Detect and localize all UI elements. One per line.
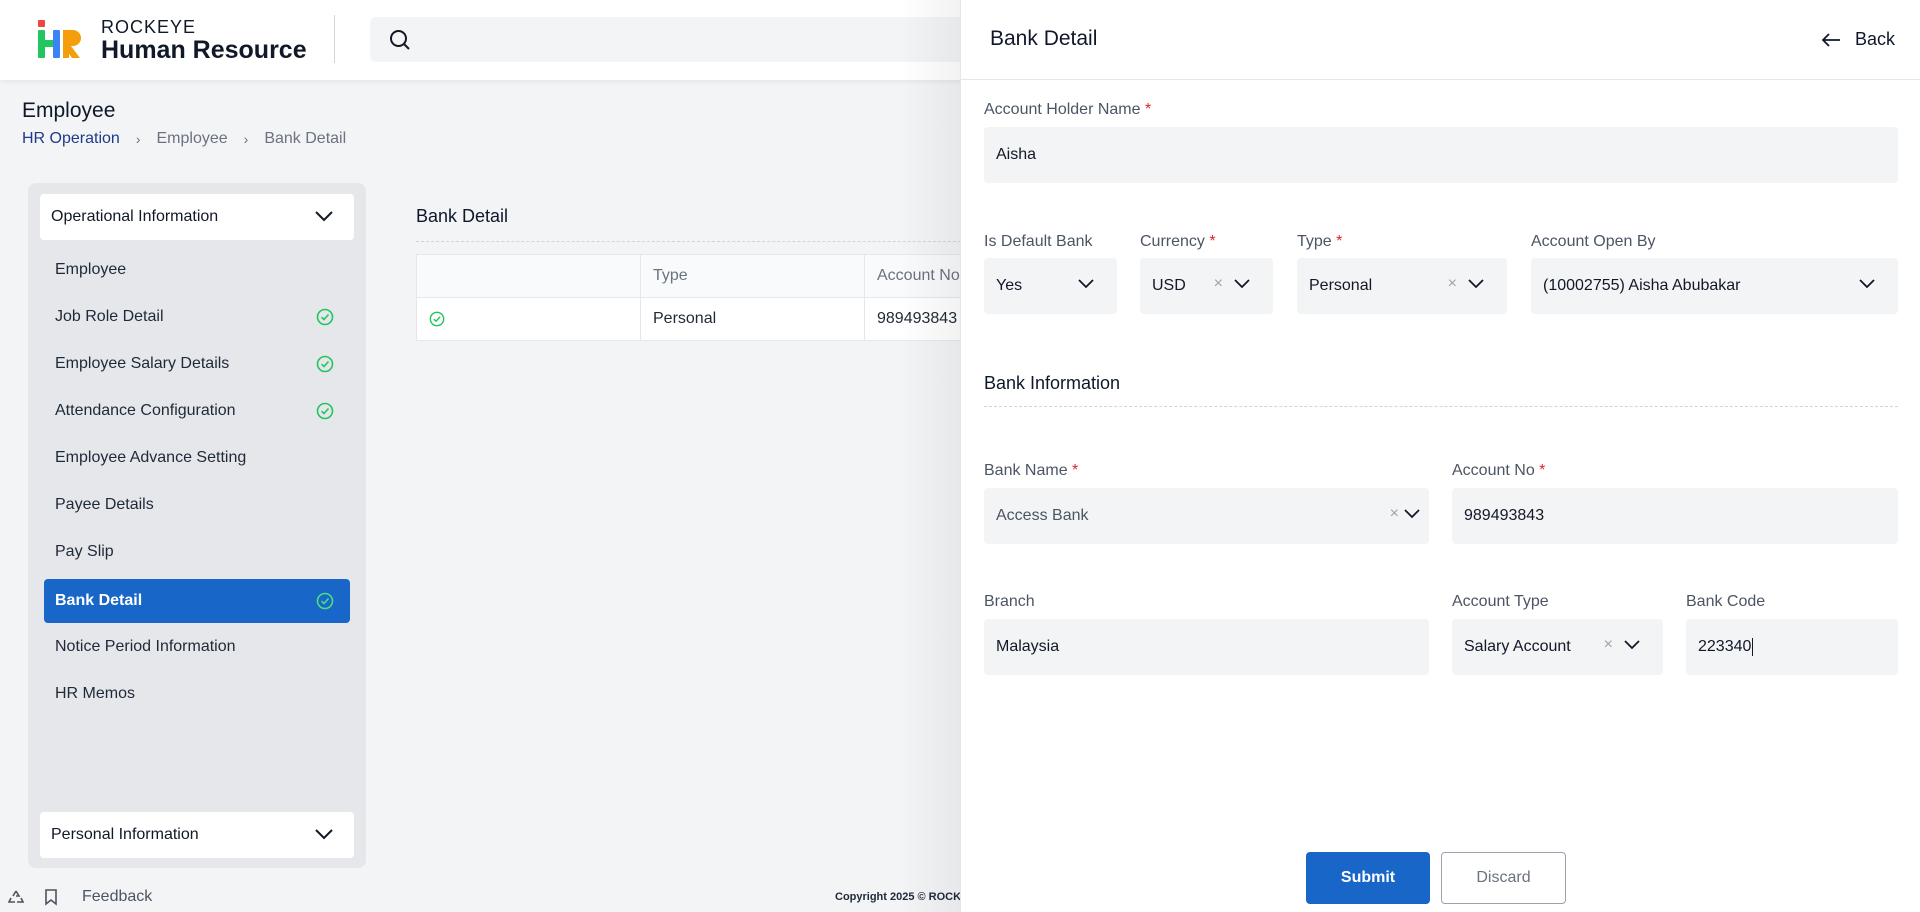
panel-title: Bank Detail <box>990 27 1098 50</box>
bank-name-label: Bank Name * <box>984 462 1079 479</box>
app-logo-icon[interactable] <box>36 18 82 60</box>
sidebar: Operational Information Employee Job Rol… <box>28 183 366 868</box>
bank-name-select[interactable]: Access Bank × <box>984 488 1429 544</box>
brand-subtitle: ROCKEYE <box>101 17 197 37</box>
account-holder-label: Account Holder Name * <box>984 101 1152 118</box>
section-title-bank-information: Bank Information <box>984 373 1121 393</box>
account-holder-field[interactable]: Aisha <box>984 127 1898 183</box>
discard-button[interactable]: Discard <box>1441 852 1566 904</box>
back-button[interactable]: Back <box>1821 29 1895 50</box>
account-type-label: Account Type <box>1452 593 1549 610</box>
bank-code-field[interactable]: 223340 <box>1686 619 1898 675</box>
branch-label: Branch <box>984 593 1035 610</box>
sidebar-item-bank-detail[interactable]: Bank Detail <box>44 579 350 623</box>
table-header-cell: Type <box>640 254 865 298</box>
back-label: Back <box>1854 29 1895 49</box>
clear-icon[interactable]: × <box>1448 275 1457 293</box>
divider <box>416 241 976 242</box>
chevron-down-icon <box>1078 279 1094 289</box>
breadcrumb: HR Operation › Employee › Bank Detail <box>22 130 346 148</box>
sidebar-item-notice-period-information[interactable]: Notice Period Information <box>44 625 350 669</box>
clear-icon[interactable]: × <box>1604 636 1613 654</box>
table-cell <box>416 297 641 341</box>
recycle-icon[interactable] <box>7 888 25 906</box>
arrow-left-icon <box>1821 32 1840 47</box>
is-default-bank-select[interactable]: Yes <box>984 258 1117 314</box>
sidebar-item-label: Employee <box>55 261 127 278</box>
feedback-link[interactable]: Feedback <box>82 888 152 906</box>
account-type-select[interactable]: Salary Account × <box>1452 619 1663 675</box>
accordion-personal-information[interactable]: Personal Information <box>40 812 354 858</box>
panel-header: Bank Detail Back <box>961 0 1920 80</box>
sidebar-item-label: Notice Period Information <box>55 638 236 655</box>
sidebar-item-label: Employee Salary Details <box>55 355 230 372</box>
check-circle-icon <box>316 308 334 326</box>
panel-shadow <box>900 0 960 912</box>
brand-divider <box>334 15 335 63</box>
type-label: Type * <box>1297 233 1343 250</box>
sidebar-item-job-role-detail[interactable]: Job Role Detail <box>44 295 350 339</box>
text-cursor <box>1752 638 1754 656</box>
check-circle-icon <box>316 402 334 420</box>
page-title: Employee <box>22 99 116 122</box>
breadcrumb-hr-operation[interactable]: HR Operation <box>22 130 120 148</box>
accordion-label: Operational Information <box>51 208 219 225</box>
clear-icon[interactable]: × <box>1214 275 1223 293</box>
sidebar-item-label: Payee Details <box>55 496 154 513</box>
submit-button[interactable]: Submit <box>1306 852 1430 904</box>
clear-icon[interactable]: × <box>1390 505 1399 523</box>
sidebar-item-label: HR Memos <box>55 685 136 702</box>
currency-label: Currency * <box>1140 233 1216 250</box>
sidebar-item-label: Pay Slip <box>55 543 114 560</box>
accordion-label: Personal Information <box>51 826 199 843</box>
account-no-label: Account No * <box>1452 462 1546 479</box>
check-circle-icon <box>316 592 334 610</box>
sidebar-item-employee-advance-setting[interactable]: Employee Advance Setting <box>44 436 350 480</box>
type-select[interactable]: Personal × <box>1297 258 1507 314</box>
is-default-bank-label: Is Default Bank <box>984 233 1093 250</box>
sidebar-item-payee-details[interactable]: Payee Details <box>44 483 350 527</box>
search-icon <box>390 30 410 50</box>
sidebar-item-label: Employee Advance Setting <box>55 449 247 466</box>
check-circle-icon <box>316 355 334 373</box>
sidebar-item-pay-slip[interactable]: Pay Slip <box>44 530 350 574</box>
sidebar-item-label: Attendance Configuration <box>55 402 236 419</box>
account-open-by-select[interactable]: (10002755) Aisha Abubakar <box>1531 258 1898 314</box>
sidebar-item-employee-salary-details[interactable]: Employee Salary Details <box>44 342 350 386</box>
sidebar-item-label: Job Role Detail <box>55 308 164 325</box>
brand-title: Human Resource <box>101 36 307 64</box>
sidebar-item-employee[interactable]: Employee <box>44 248 350 292</box>
sidebar-item-label: Bank Detail <box>55 592 143 609</box>
content-title: Bank Detail <box>416 206 509 226</box>
table-cell: Personal <box>640 297 865 341</box>
breadcrumb-bank-detail: Bank Detail <box>264 130 347 147</box>
chevron-down-icon <box>315 829 333 840</box>
chevron-down-icon <box>315 211 333 222</box>
sidebar-item-hr-memos[interactable]: HR Memos <box>44 672 350 716</box>
currency-select[interactable]: USD × <box>1140 258 1273 314</box>
chevron-down-icon <box>1404 509 1420 519</box>
table-header-cell <box>416 254 641 298</box>
chevron-down-icon <box>1234 279 1250 289</box>
chevron-right-icon: › <box>135 131 141 147</box>
chevron-down-icon <box>1624 640 1640 650</box>
chevron-down-icon <box>1859 279 1875 289</box>
account-open-by-label: Account Open By <box>1531 233 1656 250</box>
accordion-operational-information[interactable]: Operational Information <box>40 194 354 240</box>
bank-code-label: Bank Code <box>1686 593 1766 610</box>
divider <box>984 406 1898 407</box>
chevron-down-icon <box>1468 279 1484 289</box>
branch-field[interactable]: Malaysia <box>984 619 1429 675</box>
account-no-field[interactable]: 989493843 <box>1452 488 1898 544</box>
sidebar-item-attendance-configuration[interactable]: Attendance Configuration <box>44 389 350 433</box>
chevron-right-icon: › <box>243 131 249 147</box>
bookmark-icon[interactable] <box>43 888 59 906</box>
bank-detail-panel: Bank Detail Back Account Holder Name * A… <box>960 0 1920 912</box>
check-circle-icon <box>429 311 445 327</box>
breadcrumb-employee[interactable]: Employee <box>157 130 228 148</box>
